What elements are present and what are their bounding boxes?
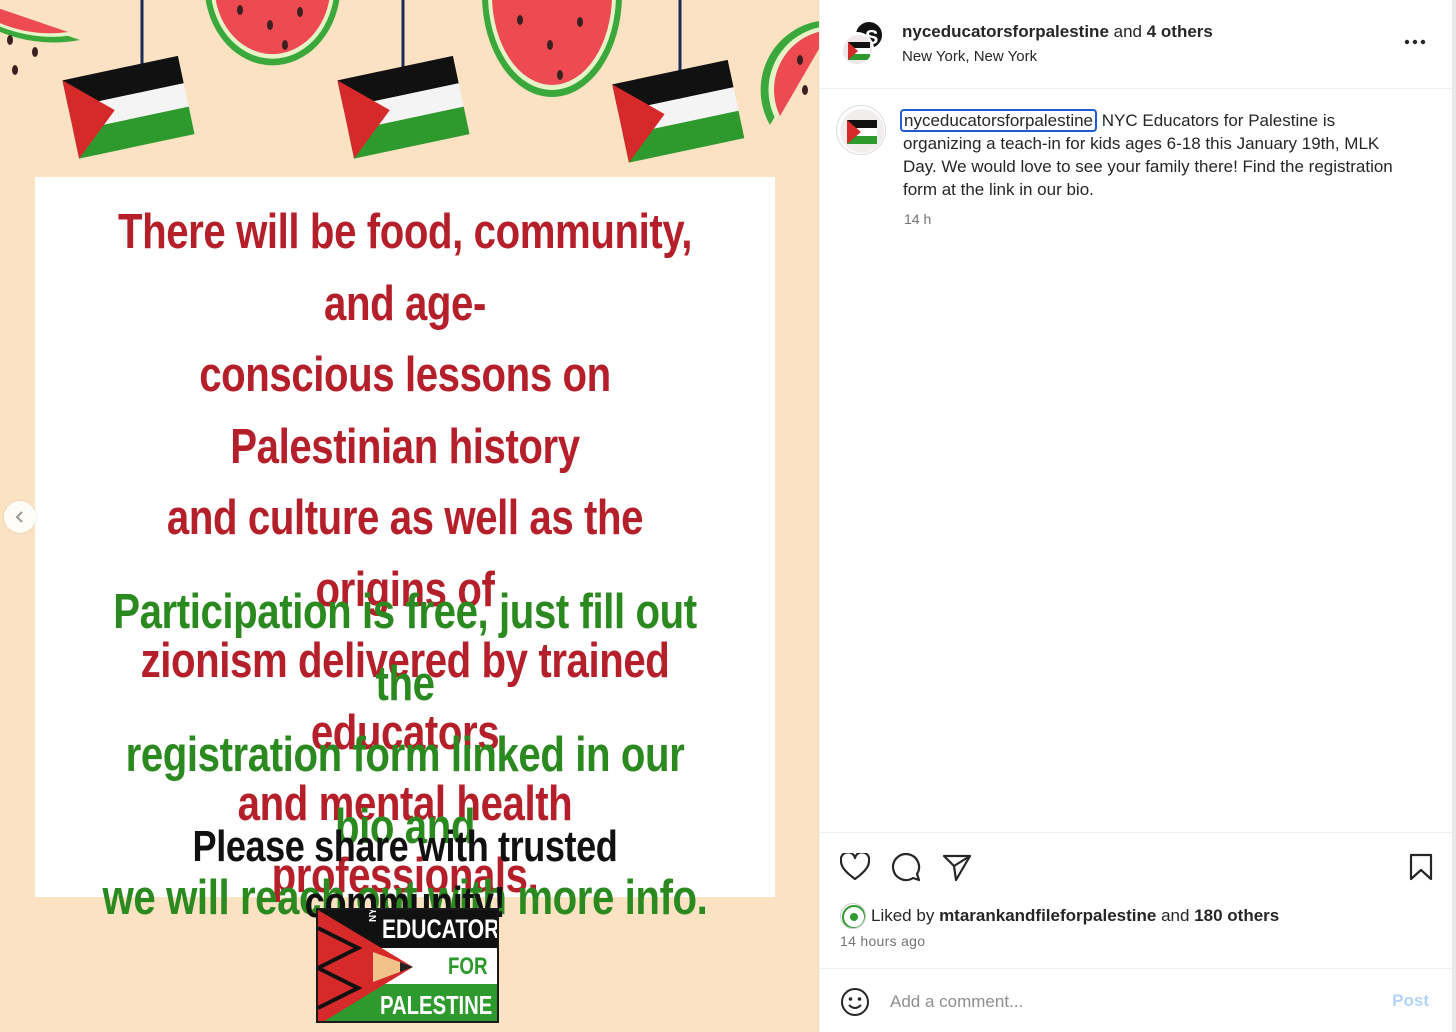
previous-image-button[interactable] — [4, 501, 36, 533]
comment-bubble-icon — [892, 853, 921, 882]
watermelon-slice-1 — [0, 8, 80, 43]
share-button[interactable] — [941, 851, 973, 883]
author-and-text: and — [1113, 22, 1143, 41]
collab-avatar-front — [840, 32, 874, 66]
post-location[interactable]: New York, New York — [902, 48, 1037, 65]
watermelon-flag-banner — [0, 0, 819, 163]
post-author[interactable]: nyceducatorsforpalestine and 4 others — [902, 22, 1213, 42]
palestine-flag-1 — [62, 55, 195, 159]
logo-nyc-text: NYC — [368, 908, 379, 922]
palestine-flag-3 — [612, 59, 745, 163]
poster-text-card: There will be food, community, and age- … — [35, 177, 775, 927]
logo-palestine-text: PALESTINE — [380, 990, 493, 1020]
liker-avatar[interactable] — [840, 903, 866, 929]
comment-button[interactable] — [890, 851, 922, 883]
watermelon-slice-2 — [205, 0, 340, 66]
caption-text: nyceducatorsforpalestine NYC Educators f… — [900, 109, 1403, 201]
likes-user[interactable]: mtarankandfileforpalestine — [939, 906, 1156, 926]
paper-plane-icon — [942, 854, 972, 882]
post-image: There will be food, community, and age- … — [0, 0, 819, 1032]
more-options-button[interactable] — [1403, 30, 1427, 54]
save-button[interactable] — [1405, 851, 1437, 883]
post-comment-button[interactable]: Post — [1392, 991, 1429, 1011]
likes-summary[interactable]: Liked by mtarankandfileforpalestine and … — [840, 903, 1279, 929]
like-button[interactable] — [839, 851, 871, 883]
comment-bar: Post — [820, 968, 1453, 1032]
logo-educators-text: EDUCATORS — [382, 914, 499, 944]
caption-username[interactable]: nyceducatorsforpalestine — [900, 109, 1098, 132]
likes-and-text: and — [1161, 906, 1190, 925]
emoji-button[interactable] — [839, 986, 871, 1018]
caption-avatar[interactable] — [836, 105, 886, 155]
logo-for-text: FOR — [448, 953, 488, 980]
palestine-flag-2 — [337, 55, 470, 159]
watermelon-slice-4 — [760, 21, 819, 125]
more-horizontal-icon — [1404, 39, 1426, 45]
author-username[interactable]: nyceducatorsforpalestine — [902, 22, 1109, 41]
comment-input[interactable] — [890, 987, 1370, 1017]
educators-for-palestine-logo: NYC EDUCATORS FOR PALESTINE — [316, 908, 499, 1023]
post-side-panel: S nyceducatorsforpalestine and 4 others … — [819, 0, 1456, 1032]
author-others[interactable]: 4 others — [1147, 22, 1213, 41]
caption-timestamp[interactable]: 14 h — [904, 211, 931, 227]
bookmark-icon — [1409, 853, 1433, 881]
collab-avatars[interactable]: S — [840, 20, 884, 66]
likes-prefix: Liked by — [871, 906, 935, 925]
post-header: S nyceducatorsforpalestine and 4 others … — [820, 0, 1453, 89]
post-actions: Liked by mtarankandfileforpalestine and … — [820, 832, 1453, 968]
heart-icon — [840, 853, 870, 881]
post-age[interactable]: 14 hours ago — [840, 933, 925, 949]
chevron-left-icon — [15, 511, 23, 523]
smiley-icon — [841, 988, 869, 1016]
likes-others[interactable]: 180 others — [1194, 906, 1279, 926]
